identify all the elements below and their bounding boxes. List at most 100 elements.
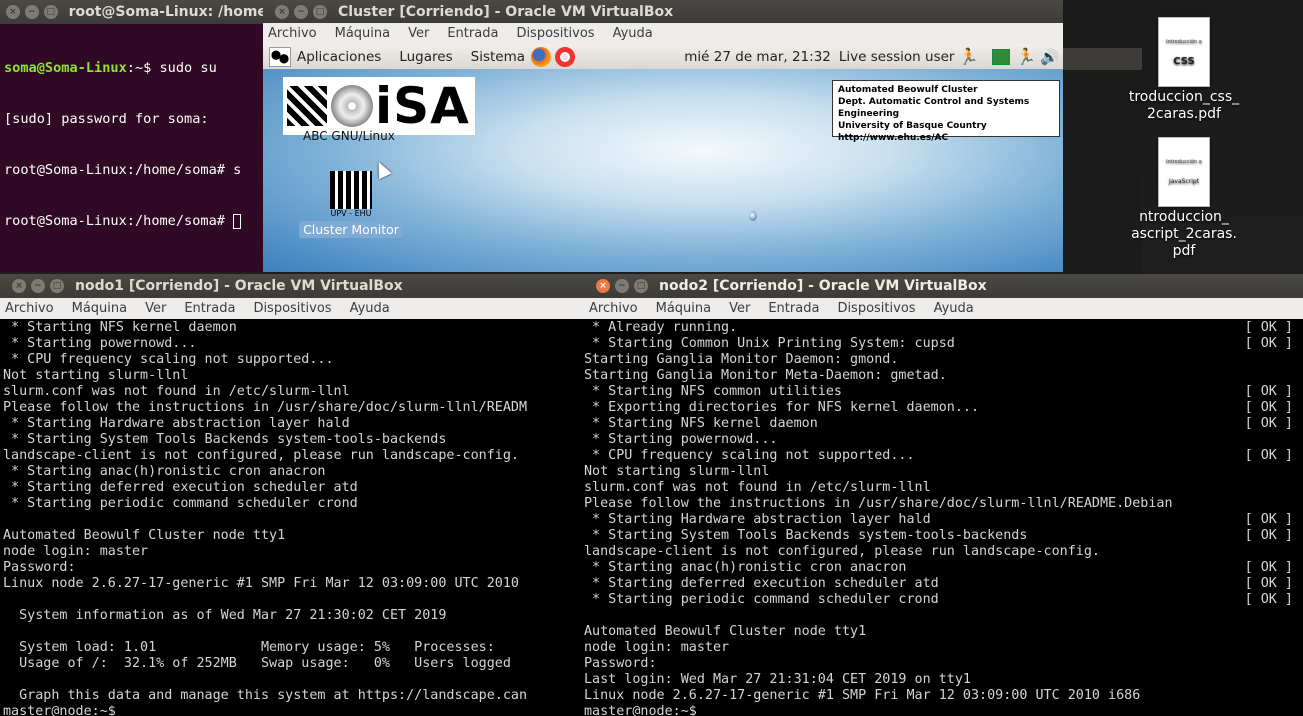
ok-status: [ OK ] [1244,336,1293,351]
desktop-file-css-pdf[interactable]: Introducción a CSS troduccion_css_ 2cara… [1124,17,1244,123]
console-line: node login: master [3,544,149,559]
menu-maquina[interactable]: Máquina [656,301,712,316]
cursor [233,213,242,229]
console-line-text: * Starting powernowd... [584,432,778,447]
upv-emblem-icon [287,86,327,126]
cow-logo-icon[interactable] [269,46,291,67]
file-name-line: troduccion_css_ [1128,89,1240,105]
console-line: * Exporting directories for NFS kernel d… [584,400,1303,416]
maximize-icon[interactable]: □ [634,279,648,293]
menu-archivo[interactable]: Archivo [5,301,54,316]
console-line: Usage of /: 32.1% of 252MB Swap usage: 0… [3,656,511,671]
console-line: * Starting NFS common utilities [ OK ] [584,384,1303,400]
isa-logo: iSA [283,77,475,135]
console-line: * Starting anac(h)ronistic cron anacron [… [584,560,1303,576]
nodo2-titlebar[interactable]: × − □ nodo2 [Corriendo] - Oracle VM Virt… [584,274,1303,298]
thumb-subtitle: JavaScript [1168,178,1200,185]
cd-disc-icon [331,85,373,127]
upv-ehu-label: UPV - EHU [330,209,372,218]
menu-ayuda[interactable]: Ayuda [350,301,390,316]
console-line-text: * Starting Hardware abstraction layer ha… [584,512,931,527]
network-icon[interactable] [992,48,1011,65]
menu-entrada[interactable]: Entrada [184,301,235,316]
console-line: * CPU frequency scaling not supported... [3,352,334,367]
console-line-text: * Already running. [584,320,738,335]
ok-status: [ OK ] [1244,560,1293,575]
panel-menu-aplicaciones[interactable]: Aplicaciones [297,49,381,65]
isa-logo-text: iSA [375,77,470,135]
close-icon[interactable]: × [12,279,26,293]
cluster-vm-titlebar[interactable]: × − □ Cluster [Corriendo] - Oracle VM Vi… [263,0,1063,24]
ok-status: [ OK ] [1244,320,1293,335]
host-terminal-window[interactable]: × − □ root@Soma-Linux: /home/ soma@Soma-… [0,0,272,272]
menu-maquina[interactable]: Máquina [335,26,391,41]
console-line: Graph this data and manage this system a… [3,688,528,703]
close-icon[interactable]: × [596,279,610,293]
menu-ayuda[interactable]: Ayuda [613,26,653,41]
host-terminal-titlebar[interactable]: × − □ root@Soma-Linux: /home/ [0,0,272,24]
menu-dispositivos[interactable]: Dispositivos [516,26,594,41]
close-icon[interactable]: × [275,5,289,19]
menu-ver[interactable]: Ver [729,301,750,316]
menu-ver[interactable]: Ver [408,26,429,41]
menu-maquina[interactable]: Máquina [72,301,128,316]
terminal-line: :~$ sudo su [126,60,217,76]
window-title: root@Soma-Linux: /home/ [68,4,273,20]
thumb-pre: Introducción a [1166,159,1202,165]
menu-dispositivos[interactable]: Dispositivos [837,301,915,316]
menu-entrada[interactable]: Entrada [447,26,498,41]
console-line-text: * Starting Common Unix Printing System: … [584,336,955,351]
panel-menu-sistema[interactable]: Sistema [471,49,525,65]
console-line-text: Starting Ganglia Monitor Meta-Daemon: gm… [584,368,947,383]
panel-clock[interactable]: mié 27 de mar, 21:32 [684,49,831,65]
file-name-line: ascript_2caras. [1131,226,1237,242]
running-man-icon: 🏃 [958,47,979,66]
maximize-icon[interactable]: □ [43,5,58,19]
menu-archivo[interactable]: Archivo [268,26,317,41]
console-line-text: Starting Ganglia Monitor Daemon: gmond. [584,352,899,367]
ok-status: [ OK ] [1244,592,1293,607]
volume-icon[interactable]: 🔊 [1040,48,1059,66]
console-line-text: Please follow the instructions in /usr/s… [584,496,1173,511]
desktop-file-javascript-pdf[interactable]: Introducción a JavaScript ntroduccion_ a… [1124,137,1244,260]
cluster-vm-window[interactable]: × − □ Cluster [Corriendo] - Oracle VM Vi… [263,0,1063,272]
console-line: * Starting System Tools Backends system-… [584,528,1303,544]
minimize-icon[interactable]: − [24,5,39,19]
menu-ayuda[interactable]: Ayuda [934,301,974,316]
menu-entrada[interactable]: Entrada [768,301,819,316]
panel-menu-lugares[interactable]: Lugares [399,49,452,65]
thumb-title: CSS [1173,56,1195,67]
minimize-icon[interactable]: − [615,279,629,293]
console-line-text: * Starting periodic command scheduler cr… [584,592,939,607]
menu-dispositivos[interactable]: Dispositivos [253,301,331,316]
minimize-icon[interactable]: − [31,279,45,293]
console-line: * Starting System Tools Backends system-… [3,432,447,447]
console-line: slurm.conf was not found in /etc/slurm-l… [3,384,350,399]
nodo1-vm-window[interactable]: × − □ nodo1 [Corriendo] - Oracle VM Virt… [0,274,584,716]
nodo1-titlebar[interactable]: × − □ nodo1 [Corriendo] - Oracle VM Virt… [0,274,584,298]
water-drop [749,211,757,221]
help-lifebuoy-icon[interactable] [555,46,576,67]
desktop-background: Introducción a CSS troduccion_css_ 2cara… [0,0,1303,716]
cluster-monitor-launcher[interactable]: UPV - EHU Cluster Monitor [299,169,403,238]
menu-archivo[interactable]: Archivo [589,301,638,316]
nodo2-vm-window[interactable]: × − □ nodo2 [Corriendo] - Oracle VM Virt… [584,274,1303,716]
ok-status: [ OK ] [1244,384,1293,399]
menu-ver[interactable]: Ver [145,301,166,316]
maximize-icon[interactable]: □ [50,279,64,293]
window-title: nodo2 [Corriendo] - Oracle VM VirtualBox [659,278,987,294]
close-icon[interactable]: × [6,5,20,19]
nodo2-console[interactable]: * Already running. [ OK ] * Starting Comm… [584,320,1303,716]
file-name-line: pdf [1172,243,1196,259]
console-line: * Starting periodic command scheduler cr… [584,592,1303,608]
console-line-text: master@node:~$ [584,704,697,716]
maximize-icon[interactable]: □ [313,5,327,19]
minimize-icon[interactable]: − [294,5,308,19]
upv-ehu-emblem-icon [330,171,372,209]
shutdown-runner-icon[interactable]: 🏃 [1016,47,1036,66]
host-terminal-content[interactable]: soma@Soma-Linux:~$ sudo su [sudo] passwo… [4,26,272,264]
firefox-icon[interactable] [531,46,552,67]
nodo1-console[interactable]: * Starting NFS kernel daemon * Starting … [0,320,584,716]
panel-user[interactable]: Live session user [839,49,955,65]
